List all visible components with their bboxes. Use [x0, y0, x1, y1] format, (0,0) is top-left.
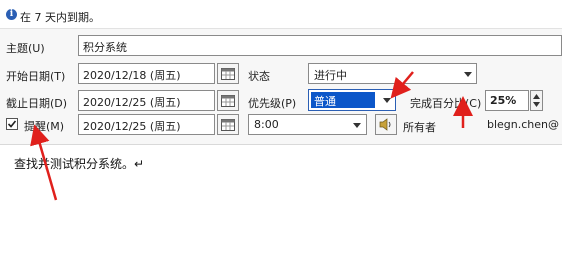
annotation-arrows — [30, 71, 473, 201]
priority-annotation-arrow — [390, 71, 414, 99]
reminder-annotation-arrow — [30, 124, 58, 201]
